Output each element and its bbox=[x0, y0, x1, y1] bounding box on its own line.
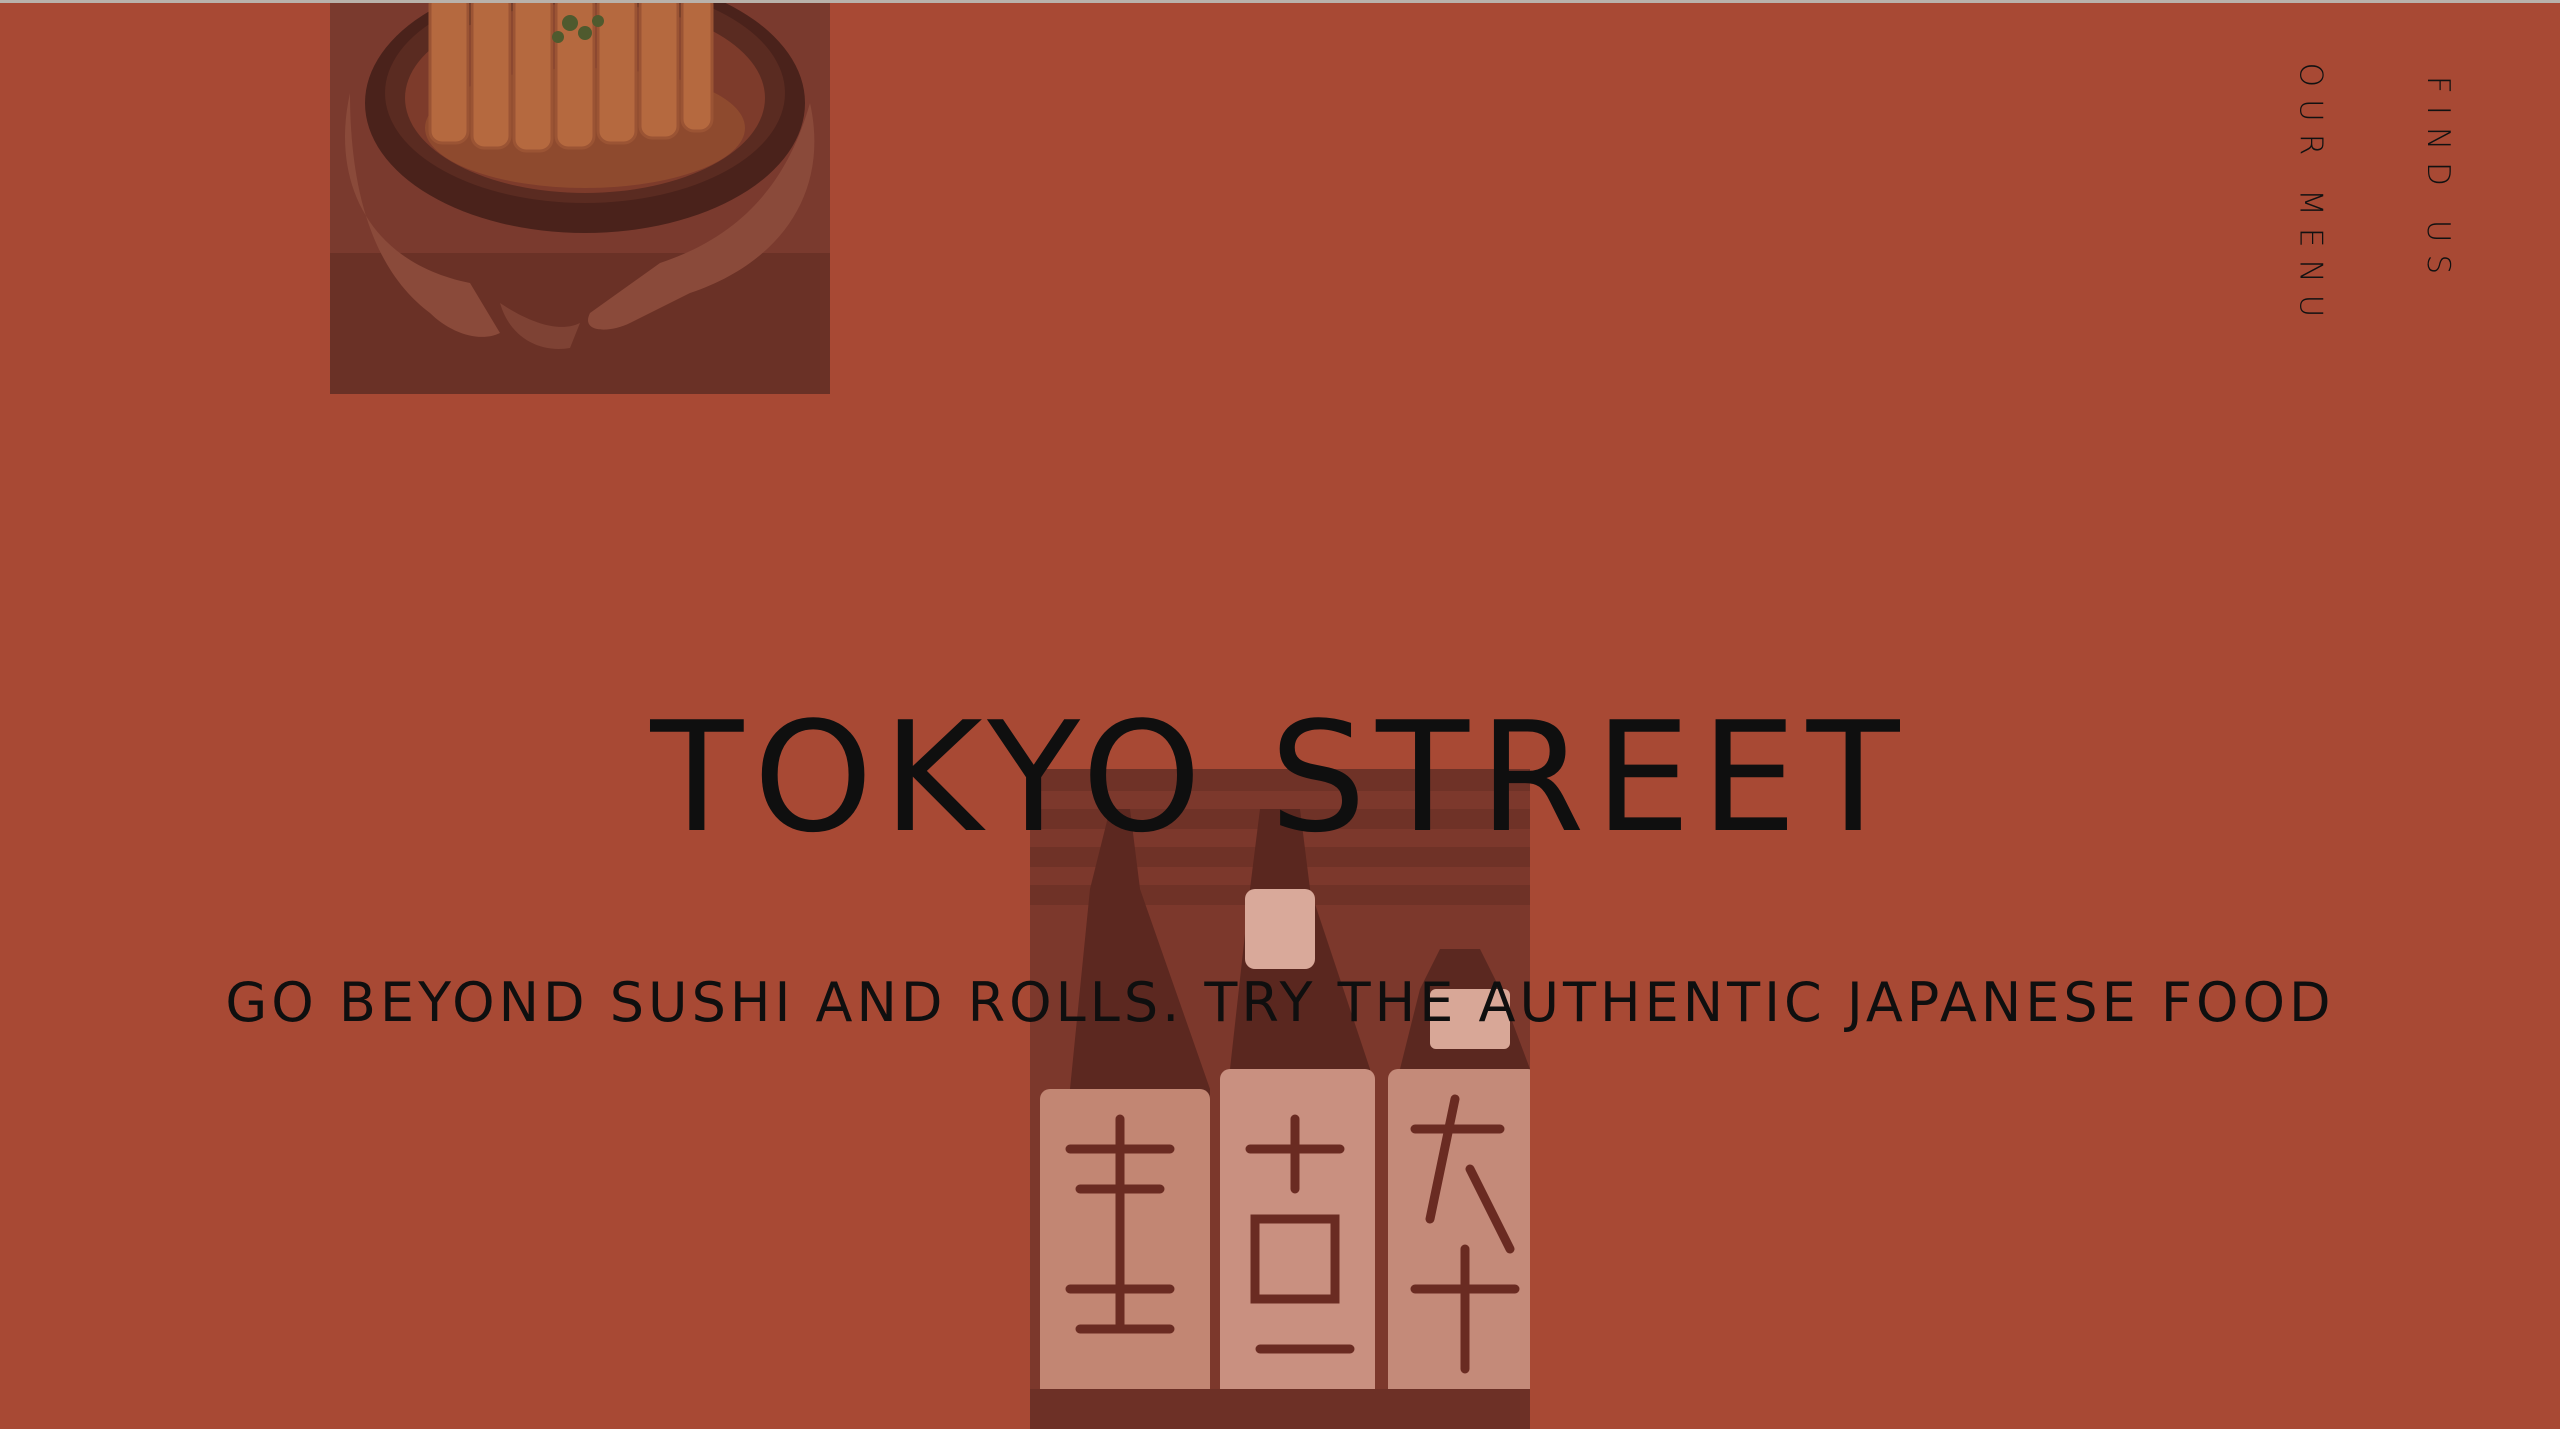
nav-our-menu-label[interactable]: OUR MENU bbox=[2292, 63, 2328, 330]
hero-tagline: GO BEYOND SUSHI AND ROLLS. TRY THE AUTHE… bbox=[225, 971, 2335, 1034]
hero-title: TOKYO STREET bbox=[650, 688, 1910, 866]
sake-bottles-photo bbox=[1030, 769, 1530, 1429]
nav-find-us-label[interactable]: FIND US bbox=[2420, 76, 2456, 286]
tonkatsu-bowl-photo bbox=[330, 3, 830, 394]
